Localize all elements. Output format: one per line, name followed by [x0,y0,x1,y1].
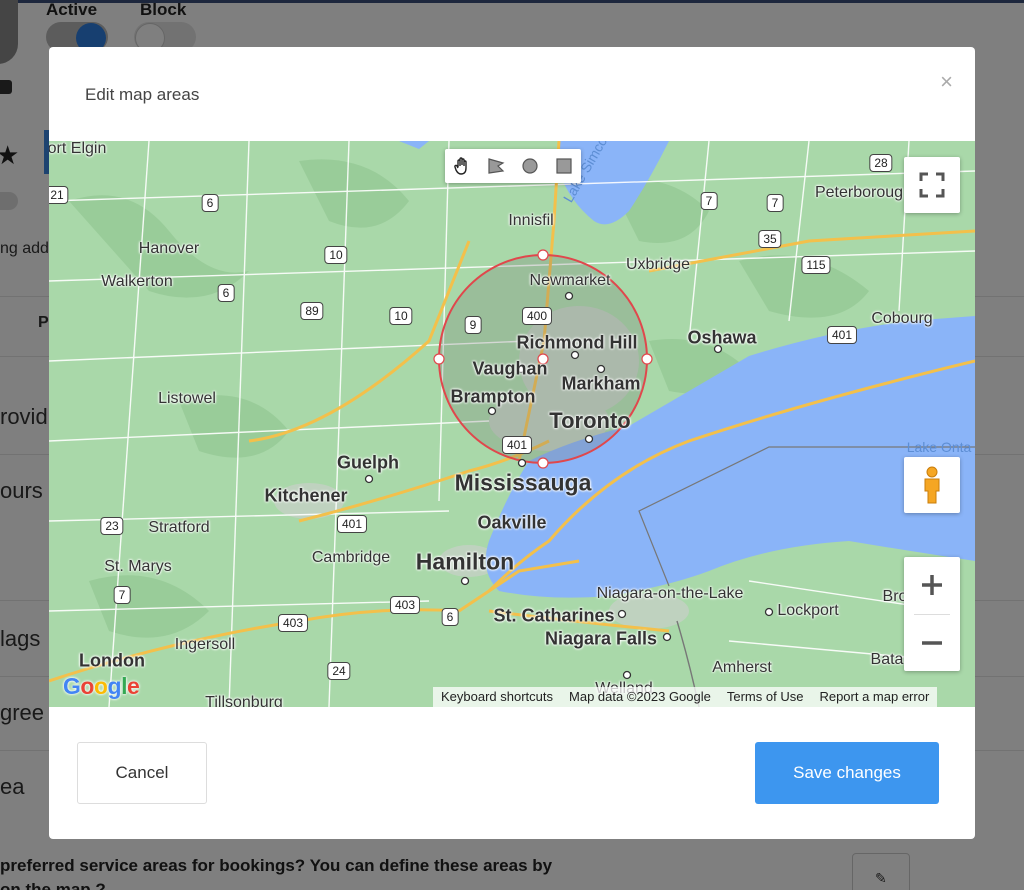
logo-letter: o [93,673,108,699]
map-label-niagara-on-the-lake: Niagara-on-the-Lake [596,585,744,602]
map-label-stratford: Stratford [148,519,210,536]
map-label-innisfil: Innisfil [508,212,554,229]
map-label-ingersoll: Ingersoll [174,636,236,653]
map-label-niagara-falls: Niagara Falls [544,628,658,649]
street-view-pegman[interactable] [904,457,960,513]
map-label-cambridge: Cambridge [311,549,391,566]
map-label-newmarket: Newmarket [529,272,611,289]
route-shield: 10 [324,246,348,264]
logo-letter: g [107,673,122,699]
terms-of-use-link[interactable]: Terms of Use [719,687,812,707]
plus-icon [922,575,942,595]
route-shield: 7 [700,192,718,210]
report-map-error-link[interactable]: Report a map error [811,687,937,707]
drawing-toolbar [445,149,581,183]
zoom-out-button[interactable] [904,615,960,671]
logo-letter: o [80,673,94,699]
route-shield: 9 [464,316,482,334]
map-label-lake-ontario: Lake Onta [906,439,972,455]
route-shield: 89 [300,302,324,320]
route-shield: 401 [826,326,858,344]
rectangle-tool-icon[interactable] [547,149,581,183]
polygon-tool-icon[interactable] [479,149,513,183]
map-label-toronto: Toronto [549,408,631,433]
map-label-guelph: Guelph [337,452,399,473]
logo-letter: e [126,673,140,699]
route-shield: 403 [277,614,309,632]
map-label-listowel: Listowel [158,390,216,407]
minus-icon [922,641,942,645]
zoom-control [904,557,960,671]
map-label-richmond-hill: Richmond Hill [516,332,638,353]
route-shield: 115 [801,256,831,274]
hand-pan-icon[interactable] [445,149,479,183]
route-shield: 6 [201,194,219,212]
route-shield: 7 [113,586,131,604]
map-label-amherst: Amherst [712,659,772,676]
map-label-uxbridge: Uxbridge [625,256,691,273]
logo-letter: G [63,673,81,699]
map-label-markham: Markham [561,373,641,394]
route-shield: 403 [389,596,421,614]
map-data-text: Map data ©2023 Google [569,689,711,704]
map-label-walkerton: Walkerton [101,273,173,290]
map-label-st-catharines: St. Catharines [493,605,615,626]
map-attribution-bar: Keyboard shortcuts Map data ©2023 Google… [433,687,938,707]
map-label-hamilton: Hamilton [415,548,515,575]
fullscreen-button[interactable] [904,157,960,213]
map-label-london: London [79,650,145,671]
map-label-bata: Bata [870,651,904,668]
map-label-st-marys: St. Marys [104,558,172,575]
map-label-oakville: Oakville [477,512,547,533]
edit-map-areas-modal: Edit map areas × ort Elgin Hanover Walke… [49,47,975,839]
route-shield: 401 [336,515,368,533]
map-label-port-elgin: ort Elgin [49,141,107,157]
circle-tool-icon[interactable] [513,149,547,183]
map-label-oshawa: Oshawa [687,327,757,348]
keyboard-shortcuts-link[interactable]: Keyboard shortcuts [433,687,561,707]
map-label-vaughan: Vaughan [472,358,548,379]
map-label-peterborough: Peterboroug [814,184,904,201]
google-logo: Google [63,673,140,700]
modal-title: Edit map areas [85,85,200,104]
route-shield: 24 [327,662,351,680]
route-shield: 401 [501,436,533,454]
route-shield: 28 [869,154,893,172]
zoom-in-button[interactable] [904,557,960,613]
map-label-brampton: Brampton [450,386,536,407]
map-label-tillsonburg: Tillsonburg [205,694,283,707]
route-shield: 21 [49,186,69,204]
route-shield: 7 [766,194,784,212]
map-canvas[interactable]: ort Elgin Hanover Walkerton Listowel Inn… [49,141,975,707]
route-shield: 6 [441,608,459,626]
map-label-kitchener: Kitchener [264,485,348,506]
route-shield: 35 [758,230,782,248]
close-button[interactable]: × [940,69,953,95]
map-label-cobourg: Cobourg [871,310,933,327]
save-changes-button[interactable]: Save changes [755,742,939,804]
cancel-button[interactable]: Cancel [77,742,207,804]
map-label-hanover: Hanover [138,240,200,257]
route-shield: 10 [389,307,413,325]
fullscreen-icon [919,172,945,198]
map-label-lockport: Lockport [777,602,839,619]
route-shield: 23 [100,517,124,535]
route-shield: 6 [217,284,235,302]
pegman-icon [924,466,940,504]
route-shield: 400 [521,307,553,325]
map-label-mississauga: Mississauga [454,469,592,496]
